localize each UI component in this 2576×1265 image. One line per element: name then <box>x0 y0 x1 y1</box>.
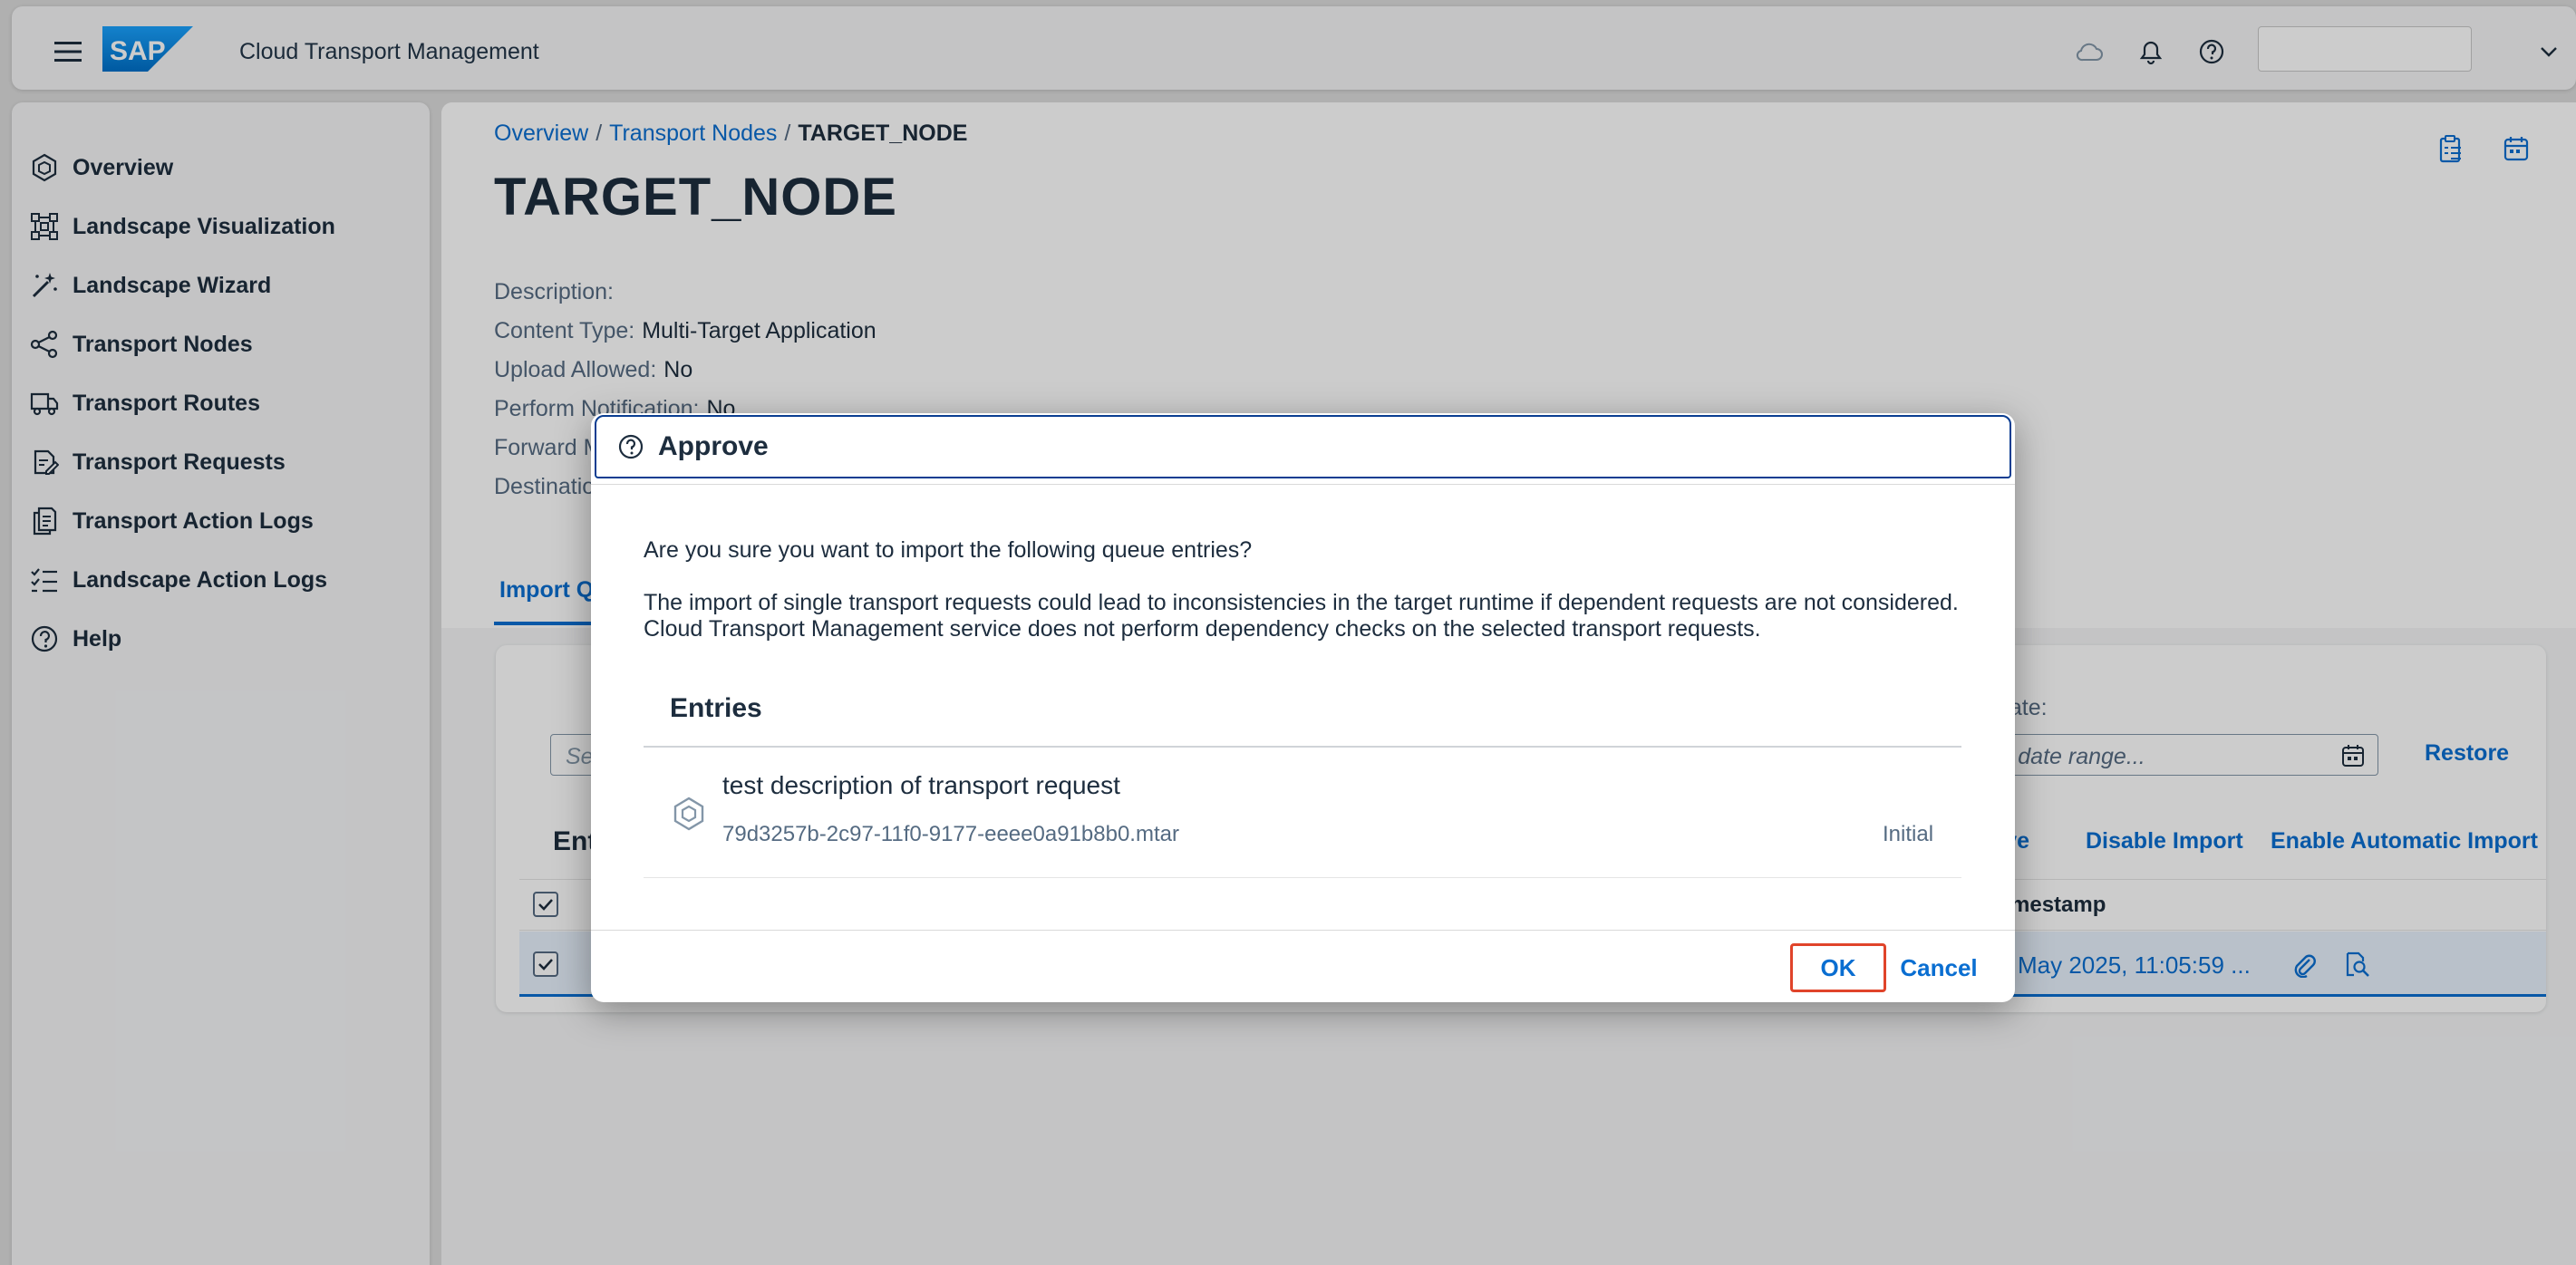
cancel-button[interactable]: Cancel <box>1893 943 1984 992</box>
entry-status: Initial <box>1883 822 1934 846</box>
entry-file-name: 79d3257b-2c97-11f0-9177-eeee0a91b8b0.mta… <box>722 822 1179 846</box>
ok-button[interactable]: OK <box>1790 943 1886 992</box>
entry-title: test description of transport request <box>722 771 1120 799</box>
entry-divider <box>644 877 1961 878</box>
dialog-warning-line-2: Cloud Transport Management service does … <box>644 616 1761 642</box>
dialog-title: Approve <box>658 431 769 461</box>
entries-divider <box>644 746 1961 748</box>
dialog-warning-line-1: The import of single transport requests … <box>644 590 1959 615</box>
dialog-footer-divider <box>591 930 2015 931</box>
approve-dialog: Approve Are you sure you want to import … <box>591 413 2015 1002</box>
dialog-header: Approve <box>595 415 2011 478</box>
dialog-header-divider <box>591 484 2015 485</box>
entries-list-title: Entries <box>670 693 762 723</box>
dialog-question: Are you sure you want to import the foll… <box>644 537 1253 563</box>
mta-package-icon <box>669 794 709 834</box>
question-mark-icon <box>615 430 647 463</box>
